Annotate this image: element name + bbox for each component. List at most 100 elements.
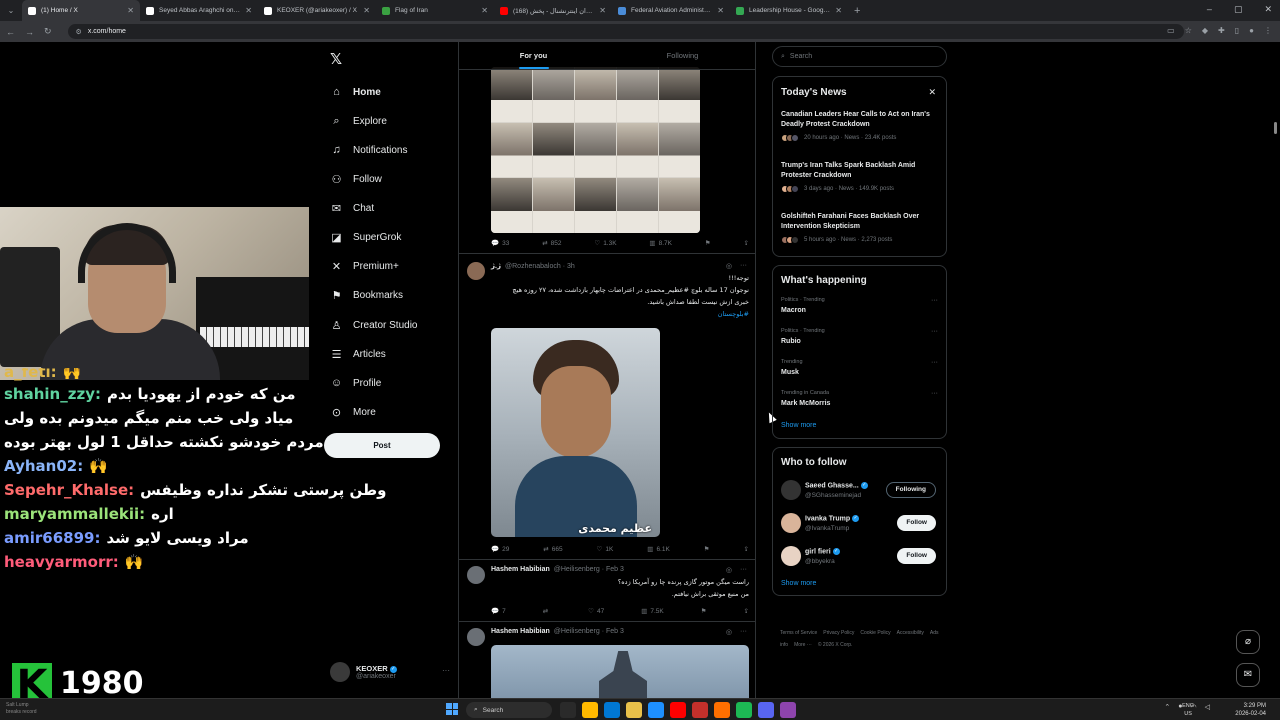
grok-icon[interactable]: ◎ bbox=[726, 262, 732, 270]
chevron-up-icon[interactable]: ⌃ bbox=[1164, 703, 1170, 711]
close-tab-icon[interactable]: ✕ bbox=[127, 6, 134, 15]
more-options-icon[interactable]: ··· bbox=[740, 628, 747, 636]
taskbar-search[interactable]: ⌕ Search bbox=[466, 702, 552, 718]
news-headline[interactable]: Canadian Leaders Hear Calls to Act on Ir… bbox=[781, 110, 936, 130]
more-options-icon[interactable]: ··· bbox=[442, 666, 450, 675]
sidebar-icon[interactable]: ▯ bbox=[1235, 26, 1239, 35]
share-icon[interactable]: ⇪ bbox=[744, 607, 749, 615]
close-tab-icon[interactable]: ✕ bbox=[717, 6, 724, 15]
show-more-link[interactable]: Show more bbox=[781, 422, 816, 429]
tab-following[interactable]: Following bbox=[608, 42, 755, 69]
grok-icon[interactable]: ◎ bbox=[726, 628, 732, 636]
post-image-ship[interactable] bbox=[491, 645, 749, 698]
avatar[interactable] bbox=[781, 513, 801, 533]
grok-icon[interactable]: ◎ bbox=[726, 566, 732, 574]
share-icon[interactable]: ⇪ bbox=[744, 239, 749, 247]
post-button[interactable]: Post bbox=[324, 433, 440, 458]
author-name[interactable]: ژ.ژ bbox=[491, 262, 501, 270]
gmail-icon[interactable] bbox=[692, 702, 708, 718]
footer-link[interactable]: More ··· bbox=[794, 642, 812, 648]
search-input[interactable]: ⌕ Search bbox=[772, 46, 947, 67]
reply-button[interactable]: 💬 33 bbox=[491, 239, 509, 248]
bookmark-icon[interactable]: ⚑ bbox=[704, 545, 710, 553]
more-options-icon[interactable]: ··· bbox=[740, 262, 747, 270]
language-indicator[interactable]: ENG US bbox=[1182, 702, 1194, 718]
follow-suggestion-name[interactable]: Ivanka Trump ✓ bbox=[805, 515, 860, 522]
more-options-icon[interactable]: ··· bbox=[931, 359, 938, 366]
messages-float-button[interactable]: ✉ bbox=[1236, 663, 1260, 687]
taskbar-widget[interactable]: Salt Lump breaks record bbox=[6, 702, 37, 716]
back-icon[interactable]: ← bbox=[6, 27, 15, 37]
brave-icon[interactable] bbox=[714, 702, 730, 718]
copilot-icon[interactable] bbox=[604, 702, 620, 718]
clock[interactable]: 3:29 PM 2026-02-04 bbox=[1235, 702, 1266, 718]
nav-item-articles[interactable]: ☰ Articles bbox=[330, 348, 386, 361]
trend-name[interactable]: Musk bbox=[781, 369, 799, 376]
share-icon[interactable]: ⇪ bbox=[744, 545, 749, 553]
trend-name[interactable]: Rubio bbox=[781, 338, 801, 345]
post-image-collage[interactable] bbox=[491, 67, 700, 233]
nav-item-creator-studio[interactable]: ♙ Creator Studio bbox=[330, 319, 418, 332]
show-more-link[interactable]: Show more bbox=[781, 580, 816, 587]
discord-icon[interactable] bbox=[758, 702, 774, 718]
grok-float-button[interactable]: ⌀ bbox=[1236, 630, 1260, 654]
close-tab-icon[interactable]: ✕ bbox=[481, 6, 488, 15]
nav-item-bookmarks[interactable]: ⚑ Bookmarks bbox=[330, 289, 403, 302]
bookmark-icon[interactable]: ⚑ bbox=[705, 239, 711, 247]
minimize-icon[interactable]: – bbox=[1207, 4, 1212, 15]
repost-button[interactable]: ⇄ 665 bbox=[543, 545, 562, 554]
tab-for-you[interactable]: For you bbox=[459, 42, 608, 69]
reload-icon[interactable]: ↻ bbox=[44, 26, 52, 37]
avatar[interactable] bbox=[781, 546, 801, 566]
avatar[interactable] bbox=[467, 628, 485, 646]
follow-button[interactable]: Follow bbox=[897, 515, 936, 531]
close-tab-icon[interactable]: ✕ bbox=[835, 6, 842, 15]
x-logo-icon[interactable]: 𝕏 bbox=[330, 50, 342, 68]
browser-tab[interactable]: KEOXER (@ariakeoxer) / X ✕ bbox=[258, 0, 376, 21]
follow-suggestion-name[interactable]: Saeed Ghasse... ✓ bbox=[805, 482, 868, 489]
nav-item-explore[interactable]: ⌕ Explore bbox=[330, 115, 387, 128]
avatar[interactable] bbox=[467, 566, 485, 584]
views-count[interactable]: ▥ 8.7K bbox=[649, 239, 672, 248]
post-image-portrait[interactable]: عظیم محمدی bbox=[491, 328, 660, 537]
site-info-icon[interactable]: ⚙ bbox=[76, 28, 82, 36]
reply-button[interactable]: 💬 7 bbox=[491, 607, 506, 616]
browser-tab[interactable]: (168) ایران اینترنشنال - پخش... ✕ bbox=[494, 0, 612, 21]
youtube-icon[interactable] bbox=[670, 702, 686, 718]
avatar[interactable] bbox=[467, 262, 485, 280]
puzzle-icon[interactable]: ✚ bbox=[1218, 26, 1225, 35]
author-handle[interactable]: @Rozhenabaloch · 3h bbox=[505, 263, 575, 270]
more-options-icon[interactable]: ··· bbox=[931, 390, 938, 397]
nav-item-more[interactable]: ⊙ More bbox=[330, 406, 376, 419]
nav-item-follow[interactable]: ⚇ Follow bbox=[330, 173, 382, 186]
scrollbar[interactable] bbox=[1274, 122, 1277, 134]
more-options-icon[interactable]: ··· bbox=[931, 328, 938, 335]
reply-button[interactable]: 💬 29 bbox=[491, 545, 509, 554]
tab-search-icon[interactable]: ⌄ bbox=[0, 6, 22, 15]
volume-icon[interactable]: ◁ bbox=[1205, 703, 1210, 711]
trend-name[interactable]: Macron bbox=[781, 307, 806, 314]
close-tab-icon[interactable]: ✕ bbox=[599, 6, 606, 15]
close-window-icon[interactable]: ✕ bbox=[1264, 4, 1272, 15]
spotify-icon[interactable] bbox=[736, 702, 752, 718]
news-headline[interactable]: Golshifteh Farahani Faces Backlash Over … bbox=[781, 212, 936, 232]
nav-item-notifications[interactable]: ♫ Notifications bbox=[330, 144, 407, 156]
browser-tab[interactable]: Federal Aviation Administratio... ✕ bbox=[612, 0, 730, 21]
browser-tab[interactable]: Flag of Iran ✕ bbox=[376, 0, 494, 21]
browser-tab[interactable]: Leadership House - Google Ma... ✕ bbox=[730, 0, 848, 21]
like-button[interactable]: ♡ 1.3K bbox=[594, 239, 616, 248]
browser-tab[interactable]: (1) Home / X ✕ bbox=[22, 0, 140, 21]
maximize-icon[interactable]: ▢ bbox=[1234, 4, 1243, 15]
star-icon[interactable]: ☆ bbox=[1185, 26, 1192, 35]
more-options-icon[interactable]: ··· bbox=[740, 566, 747, 574]
following-button[interactable]: Following bbox=[885, 482, 936, 498]
cast-icon[interactable]: ▭ bbox=[1167, 26, 1175, 35]
nav-item-supergrok[interactable]: ◪ SuperGrok bbox=[330, 231, 401, 244]
footer-link[interactable]: Accessibility bbox=[897, 630, 924, 636]
account-switcher[interactable]: KEOXER ✓ @ariakeoxer ··· bbox=[330, 662, 450, 682]
trend-name[interactable]: Mark McMorris bbox=[781, 400, 830, 407]
new-tab-button[interactable]: + bbox=[848, 5, 866, 17]
author-handle[interactable]: @Heilisenberg · Feb 3 bbox=[554, 628, 624, 635]
author-name[interactable]: Hashem Habibian bbox=[491, 566, 550, 573]
footer-link[interactable]: Terms of Service bbox=[780, 630, 817, 636]
